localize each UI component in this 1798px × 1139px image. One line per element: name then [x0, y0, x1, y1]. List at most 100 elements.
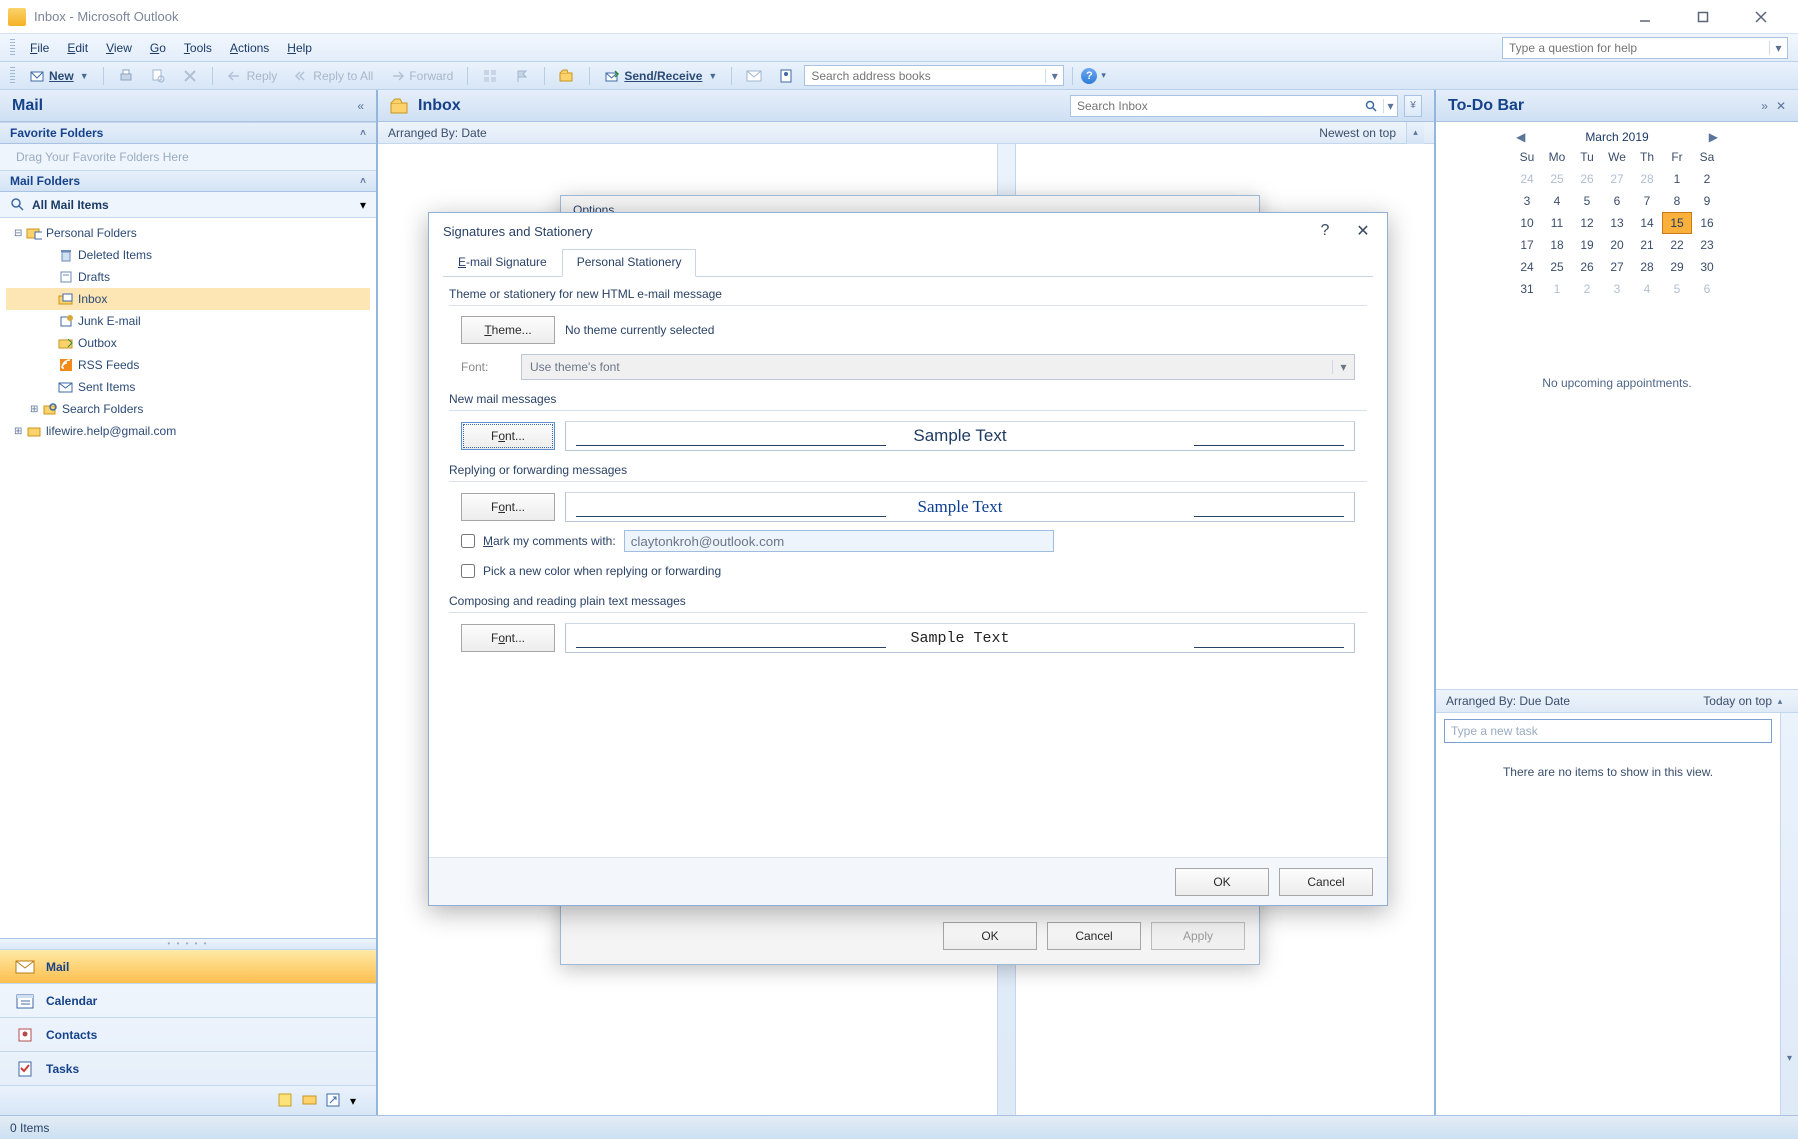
- tree-personal-folders[interactable]: ⊟ Personal Folders: [6, 222, 370, 244]
- all-mail-items[interactable]: All Mail Items ▾: [0, 192, 376, 218]
- reply-font-button[interactable]: Font...: [461, 493, 555, 521]
- calendar-day[interactable]: 14: [1632, 212, 1662, 234]
- chevron-down-icon[interactable]: ▾: [1045, 69, 1063, 83]
- calendar-day[interactable]: 17: [1512, 234, 1542, 256]
- calendar-day[interactable]: 28: [1632, 256, 1662, 278]
- favorite-drop-hint[interactable]: Drag Your Favorite Folders Here: [0, 144, 376, 170]
- calendar-day[interactable]: 23: [1692, 234, 1722, 256]
- calendar-day-other[interactable]: 27: [1602, 168, 1632, 190]
- calendar-day[interactable]: 16: [1692, 212, 1722, 234]
- menu-tools[interactable]: Tools: [175, 38, 221, 58]
- task-input[interactable]: Type a new task: [1444, 719, 1772, 743]
- categorize-button[interactable]: [476, 65, 504, 87]
- menu-actions[interactable]: Actions: [221, 38, 278, 58]
- nav-calendar[interactable]: Calendar: [0, 983, 376, 1017]
- chevron-down-icon[interactable]: ▾: [1769, 41, 1787, 55]
- tree-item-deleted-items[interactable]: Deleted Items: [6, 244, 370, 266]
- chevron-down-icon[interactable]: ▾: [1383, 99, 1397, 113]
- calendar-day-other[interactable]: 3: [1602, 278, 1632, 300]
- resize-grip[interactable]: • • • • •: [0, 939, 376, 949]
- theme-button[interactable]: Theme...: [461, 316, 555, 344]
- calendar-day-other[interactable]: 28: [1632, 168, 1662, 190]
- calendar-day[interactable]: 31: [1512, 278, 1542, 300]
- sort-newest[interactable]: Newest on top: [1319, 126, 1406, 140]
- chevron-down-icon[interactable]: ▾: [360, 198, 366, 212]
- calendar-day-other[interactable]: 24: [1512, 168, 1542, 190]
- inbox-search[interactable]: ▾: [1070, 95, 1398, 117]
- move-to-folder-button[interactable]: [553, 65, 581, 87]
- calendar-day[interactable]: 7: [1632, 190, 1662, 212]
- address-book-button[interactable]: [772, 65, 800, 87]
- tree-account[interactable]: ⊞ lifewire.help@gmail.com: [6, 420, 370, 442]
- menu-view[interactable]: View: [97, 38, 141, 58]
- calendar-day-other[interactable]: 4: [1632, 278, 1662, 300]
- reply-button[interactable]: Reply: [221, 65, 284, 87]
- calendar-day-other[interactable]: 25: [1542, 168, 1572, 190]
- prev-month-icon[interactable]: ◀: [1516, 130, 1525, 144]
- options-apply-button[interactable]: Apply: [1151, 922, 1245, 950]
- folder-icon[interactable]: [302, 1093, 320, 1109]
- close-todo-icon[interactable]: ✕: [1776, 99, 1786, 113]
- scroll-up-icon[interactable]: ▴: [1406, 122, 1424, 144]
- collapse-icon[interactable]: ⊟: [14, 228, 26, 239]
- tree-item-junk-e-mail[interactable]: Junk E-mail: [6, 310, 370, 332]
- help-button[interactable]: ?▾: [1081, 68, 1106, 84]
- calendar-day-other[interactable]: 1: [1542, 278, 1572, 300]
- dialog-ok-button[interactable]: OK: [1175, 868, 1269, 896]
- print-button[interactable]: [112, 65, 140, 87]
- mark-comments-checkbox[interactable]: [461, 534, 475, 548]
- calendar-day[interactable]: 25: [1542, 256, 1572, 278]
- grip[interactable]: [10, 39, 15, 57]
- minimize-todo-icon[interactable]: »: [1761, 99, 1768, 113]
- calendar-day[interactable]: 27: [1602, 256, 1632, 278]
- print-preview-button[interactable]: [144, 65, 172, 87]
- minimize-button[interactable]: [1616, 3, 1674, 31]
- next-month-icon[interactable]: ▶: [1709, 130, 1718, 144]
- nav-tasks[interactable]: Tasks: [0, 1051, 376, 1085]
- tree-item-drafts[interactable]: Drafts: [6, 266, 370, 288]
- calendar-day[interactable]: 12: [1572, 212, 1602, 234]
- task-header[interactable]: Arranged By: Due Date Today on top ▴: [1436, 689, 1798, 713]
- menu-help[interactable]: Help: [278, 38, 321, 58]
- new-mail-font-button[interactable]: Font...: [461, 422, 555, 450]
- calendar-day[interactable]: 10: [1512, 212, 1542, 234]
- menu-go[interactable]: Go: [141, 38, 175, 58]
- calendar-day[interactable]: 6: [1602, 190, 1632, 212]
- shortcuts-icon[interactable]: [326, 1093, 344, 1109]
- calendar-day[interactable]: 5: [1572, 190, 1602, 212]
- dialog-cancel-button[interactable]: Cancel: [1279, 868, 1373, 896]
- dialog-titlebar[interactable]: Signatures and Stationery ? ✕: [429, 213, 1387, 249]
- reply-all-button[interactable]: Reply to All: [287, 65, 379, 87]
- calendar-day[interactable]: 2: [1692, 168, 1722, 190]
- menu-edit[interactable]: Edit: [58, 38, 97, 58]
- flag-button[interactable]: [508, 65, 536, 87]
- calendar-day-other[interactable]: 6: [1692, 278, 1722, 300]
- tree-item-rss-feeds[interactable]: RSS Feeds: [6, 354, 370, 376]
- calendar-day[interactable]: 4: [1542, 190, 1572, 212]
- search-icon[interactable]: [1365, 100, 1383, 112]
- pick-color-checkbox[interactable]: [461, 564, 475, 578]
- arrange-bar[interactable]: Arranged By: Date Newest on top ▴: [378, 122, 1434, 144]
- nav-contacts[interactable]: Contacts: [0, 1017, 376, 1051]
- inbox-search-input[interactable]: [1071, 99, 1365, 113]
- help-search-input[interactable]: [1503, 41, 1769, 55]
- configure-icon[interactable]: ▾: [350, 1093, 368, 1109]
- expand-search[interactable]: ¥: [1404, 95, 1422, 117]
- favorite-folders-header[interactable]: Favorite Folders˄: [0, 122, 376, 144]
- calendar-day[interactable]: 9: [1692, 190, 1722, 212]
- calendar-day[interactable]: 3: [1512, 190, 1542, 212]
- expand-icon[interactable]: ⊞: [30, 404, 42, 415]
- tree-item-search-folders[interactable]: ⊞Search Folders: [6, 398, 370, 420]
- notes-icon[interactable]: [278, 1093, 296, 1109]
- maximize-button[interactable]: [1674, 3, 1732, 31]
- help-icon[interactable]: ?: [1315, 222, 1335, 240]
- calendar-day-other[interactable]: 5: [1662, 278, 1692, 300]
- calendar-day[interactable]: 13: [1602, 212, 1632, 234]
- nav-mail[interactable]: Mail: [0, 949, 376, 983]
- calendar-day[interactable]: 29: [1662, 256, 1692, 278]
- scroll-up-icon[interactable]: ▴: [1772, 696, 1788, 707]
- tree-item-inbox[interactable]: Inbox: [6, 288, 370, 310]
- tree-item-sent-items[interactable]: Sent Items: [6, 376, 370, 398]
- calendar-day[interactable]: 22: [1662, 234, 1692, 256]
- calendar-day[interactable]: 21: [1632, 234, 1662, 256]
